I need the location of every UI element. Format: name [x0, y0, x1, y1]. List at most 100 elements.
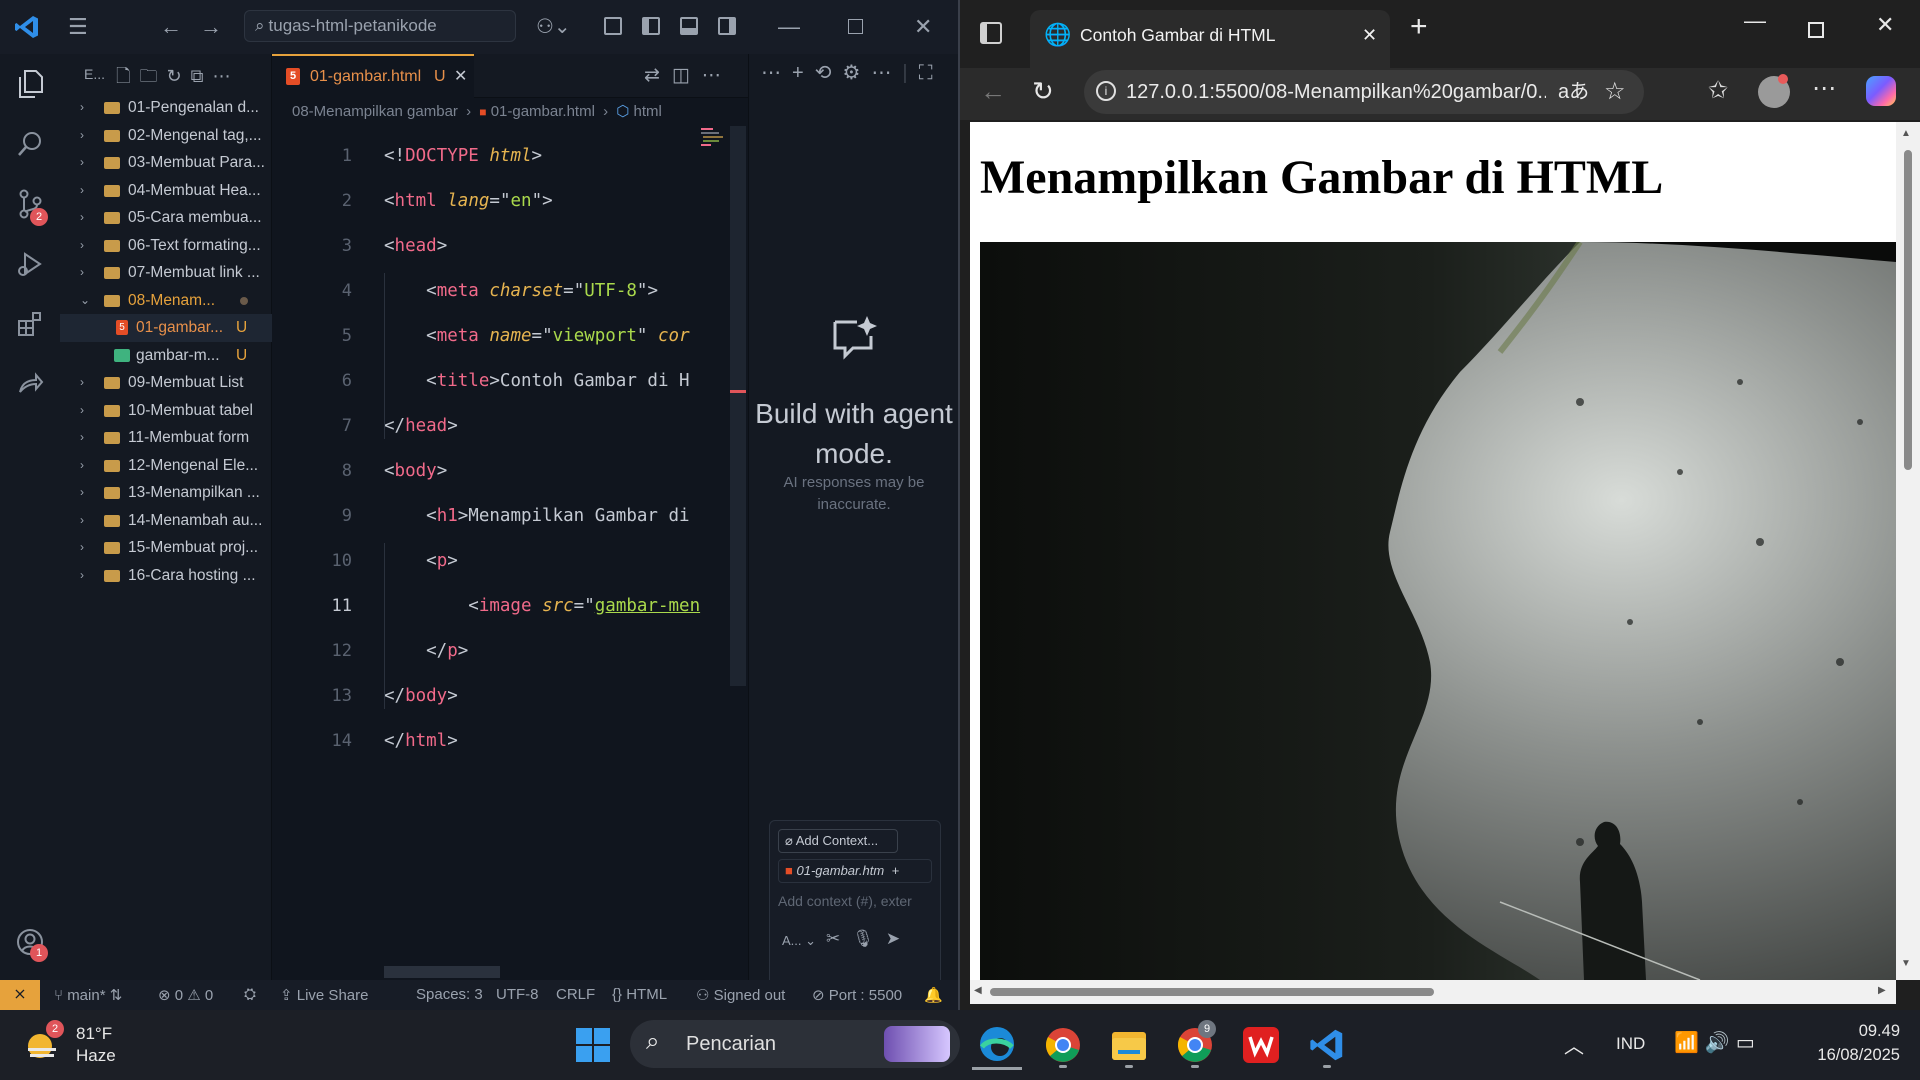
add-context-button[interactable]: ⌀ Add Context...	[778, 829, 898, 853]
input-language[interactable]: IND	[1616, 1034, 1645, 1054]
more-icon[interactable]: ⋯	[871, 62, 902, 84]
windows-start-icon[interactable]	[576, 1028, 610, 1062]
problems-indicator[interactable]: ⊗ 0 ⚠ 0	[158, 986, 213, 1004]
eol-status[interactable]: CRLF	[556, 986, 595, 1003]
close-icon[interactable]: ✕	[914, 0, 932, 54]
forward-arrow-icon[interactable]: →	[200, 0, 222, 54]
toggle-primary-sidebar-icon[interactable]	[642, 17, 660, 35]
new-folder-icon[interactable]: 🗀	[139, 66, 166, 86]
code-editor[interactable]: 1 <!DOCTYPE html> 2 <html lang="en"> 3 <head>…	[272, 126, 712, 826]
scroll-thumb[interactable]	[1904, 150, 1912, 470]
code-line[interactable]: <body>	[384, 461, 714, 481]
minimize-icon[interactable]: —	[778, 0, 800, 54]
maximize-icon[interactable]	[1808, 22, 1824, 38]
run-debug-icon[interactable]	[0, 238, 60, 290]
menu-icon[interactable]: ☰	[68, 0, 88, 54]
breadcrumb-file[interactable]: 01-gambar.html	[491, 103, 595, 120]
folder-item[interactable]: › 16-Cara hosting ...	[60, 562, 272, 590]
open-changes-icon[interactable]: ⇄	[644, 65, 672, 86]
tab-01-gambar[interactable]: 5 01-gambar.html U ✕	[272, 54, 474, 98]
indentation-status[interactable]: Spaces: 3	[416, 986, 483, 1003]
tools-icon[interactable]: ✂	[826, 929, 852, 948]
folder-item[interactable]: › 01-Pengenalan d...	[60, 94, 272, 122]
notifications-bell-icon[interactable]: 🔔	[924, 986, 943, 1004]
language-status[interactable]: {} HTML	[612, 986, 667, 1003]
live-share-icon[interactable]	[0, 358, 60, 410]
folder-item[interactable]: › 06-Text formating...	[60, 232, 272, 260]
debug-icon[interactable]: ⛭	[244, 986, 256, 1003]
explorer-icon[interactable]	[0, 58, 60, 110]
copilot-icon[interactable]: ⚇⌄	[536, 0, 571, 54]
layout-customize-icon[interactable]	[604, 17, 622, 35]
code-line[interactable]: <meta charset="UTF-8">	[384, 281, 714, 301]
system-tray[interactable]: 📶🔊▭	[1674, 1030, 1761, 1055]
code-line[interactable]: <head>	[384, 236, 714, 256]
accounts-icon[interactable]: 1	[0, 916, 60, 968]
search-icon[interactable]	[0, 118, 60, 170]
file-item[interactable]: 5 01-gambar... U	[60, 314, 272, 342]
copilot-status[interactable]: ⚇ Signed out	[696, 986, 785, 1004]
page-horizontal-scrollbar[interactable]: ◀ ▶	[970, 980, 1896, 1004]
minimap[interactable]	[700, 126, 726, 148]
folder-item[interactable]: › 13-Menampilkan ...	[60, 479, 272, 507]
new-tab-icon[interactable]: +	[1410, 10, 1428, 44]
editor-horizontal-scrollbar[interactable]	[384, 966, 500, 978]
history-icon[interactable]: ⟲	[815, 62, 843, 84]
edge-taskbar-icon[interactable]	[972, 1020, 1022, 1070]
microphone-icon[interactable]: 🎙	[852, 929, 886, 948]
editor-vertical-scrollbar[interactable]	[730, 126, 746, 686]
context-file-chip[interactable]: ■ 01-gambar.htm +	[778, 859, 932, 883]
chrome-profile-taskbar-icon[interactable]: 9	[1170, 1020, 1220, 1070]
folder-item[interactable]: › 11-Membuat form	[60, 424, 272, 452]
show-hidden-icons-icon[interactable]: ︿	[1564, 1030, 1584, 1059]
code-line[interactable]: <image src="gambar-men	[384, 596, 714, 616]
chat-input[interactable]: Add context (#), exter	[778, 893, 936, 909]
browser-tab-active[interactable]: 🌐 Contoh Gambar di HTML ✕	[1030, 10, 1390, 68]
code-line[interactable]: </body>	[384, 686, 714, 706]
folder-item[interactable]: › 02-Mengenal tag,...	[60, 122, 272, 150]
file-explorer-taskbar-icon[interactable]	[1104, 1020, 1154, 1070]
site-info-icon[interactable]: i	[1096, 81, 1116, 101]
tab-close-icon[interactable]: ✕	[1362, 10, 1377, 60]
scroll-up-icon[interactable]: ▲	[1901, 128, 1911, 139]
code-line[interactable]: <html lang="en">	[384, 191, 714, 211]
profile-avatar[interactable]	[1758, 74, 1790, 108]
weather-widget[interactable]: 2	[22, 1020, 66, 1066]
folder-item[interactable]: › 12-Mengenal Ele...	[60, 452, 272, 480]
folder-item[interactable]: › 09-Membuat List	[60, 369, 272, 397]
chat-settings-gear-icon[interactable]: ⚙	[842, 62, 871, 84]
mode-picker[interactable]: A... ⌄	[782, 933, 816, 949]
folder-item[interactable]: › 07-Membuat link ...	[60, 259, 272, 287]
folder-item[interactable]: › 14-Menambah au...	[60, 507, 272, 535]
scroll-down-icon[interactable]: ▼	[1901, 958, 1911, 969]
taskbar-search[interactable]: ⌕ Pencarian	[630, 1020, 960, 1068]
toggle-panel-icon[interactable]	[680, 17, 698, 35]
close-icon[interactable]: ✕	[1876, 12, 1894, 38]
folder-item[interactable]: › 10-Membuat tabel	[60, 397, 272, 425]
new-chat-icon[interactable]: +	[792, 62, 815, 84]
live-share-status[interactable]: ⇪ Live Share	[280, 986, 368, 1004]
code-line[interactable]: <p>	[384, 551, 714, 571]
read-aloud-icon[interactable]: aあ	[1558, 70, 1589, 114]
code-line[interactable]: <meta name="viewport" cor	[384, 326, 714, 346]
copilot-icon[interactable]	[1866, 76, 1896, 106]
more-editor-actions-icon[interactable]: ⋯	[702, 65, 733, 86]
refresh-icon[interactable]: ↻	[1032, 76, 1054, 107]
settings-more-icon[interactable]: ⋯	[1812, 74, 1836, 103]
folder-item[interactable]: › 03-Membuat Para...	[60, 149, 272, 177]
tab-close-icon[interactable]: ✕	[454, 56, 467, 98]
breadcrumb-folder[interactable]: 08-Menampilkan gambar	[292, 103, 458, 120]
collapse-all-icon[interactable]: ⧉	[191, 66, 213, 86]
new-file-icon[interactable]: 🗋	[116, 66, 139, 86]
address-bar[interactable]: i 127.0.0.1:5500/08-Menampilkan%20gambar…	[1084, 70, 1644, 114]
remote-indicator-icon[interactable]: ⨯	[0, 980, 40, 1010]
more-icon[interactable]: ⋯	[761, 62, 792, 84]
chrome-taskbar-icon[interactable]	[1038, 1020, 1088, 1070]
maximize-panel-icon[interactable]: ⛶	[919, 62, 944, 84]
split-editor-icon[interactable]: ◫	[672, 65, 702, 86]
maximize-icon[interactable]	[848, 19, 863, 34]
minimize-icon[interactable]: —	[1744, 8, 1766, 34]
toggle-secondary-sidebar-icon[interactable]	[718, 17, 736, 35]
file-item[interactable]: gambar-m... U	[60, 342, 272, 370]
folder-item[interactable]: › 05-Cara membua...	[60, 204, 272, 232]
